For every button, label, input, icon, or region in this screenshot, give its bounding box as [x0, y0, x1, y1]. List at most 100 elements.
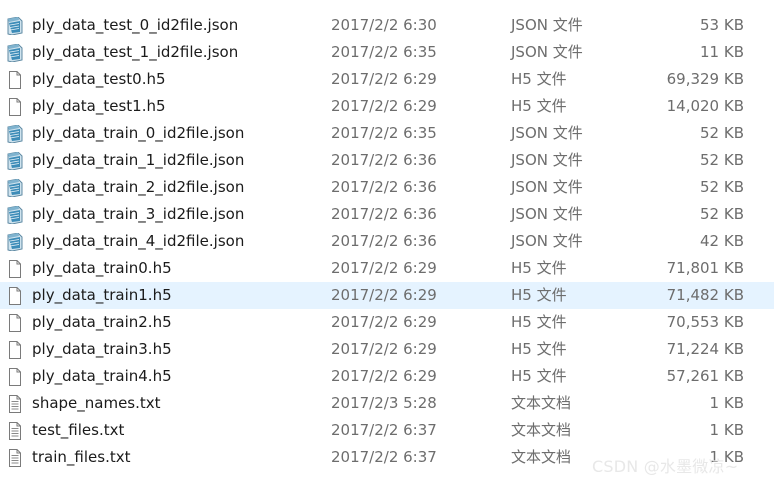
file-row[interactable]: train_files.txt 2017/2/2 6:37 文本文档 1 KB	[0, 444, 774, 471]
file-type: JSON 文件	[511, 124, 583, 142]
file-row[interactable]: ply_data_train_4_id2file.json 2017/2/2 6…	[0, 228, 774, 255]
file-list: ply_data_test_0_id2file.json 2017/2/2 6:…	[0, 12, 774, 471]
file-type: H5 文件	[511, 70, 567, 88]
file-date: 2017/2/3 5:28	[331, 394, 437, 412]
file-row[interactable]: ply_data_train_2_id2file.json 2017/2/2 6…	[0, 174, 774, 201]
blank-file-icon	[7, 260, 23, 278]
file-size: 11 KB	[700, 43, 744, 61]
file-date: 2017/2/2 6:29	[331, 367, 437, 385]
file-type: H5 文件	[511, 286, 567, 304]
file-row[interactable]: ply_data_train_3_id2file.json 2017/2/2 6…	[0, 201, 774, 228]
blank-file-icon	[7, 71, 23, 89]
file-name: ply_data_train_1_id2file.json	[32, 151, 245, 169]
file-size: 57,261 KB	[666, 367, 744, 385]
file-row[interactable]: ply_data_train0.h5 2017/2/2 6:29 H5 文件 7…	[0, 255, 774, 282]
file-type: 文本文档	[511, 394, 572, 412]
file-size: 1 KB	[709, 394, 744, 412]
file-type: JSON 文件	[511, 43, 583, 61]
file-size: 52 KB	[700, 178, 744, 196]
json-file-icon	[7, 232, 23, 252]
file-date: 2017/2/2 6:36	[331, 178, 437, 196]
file-size: 14,020 KB	[666, 97, 744, 115]
file-name: ply_data_train_2_id2file.json	[32, 178, 245, 196]
file-size: 71,482 KB	[666, 286, 744, 304]
file-name: ply_data_train1.h5	[32, 286, 172, 304]
file-date: 2017/2/2 6:36	[331, 151, 437, 169]
file-date: 2017/2/2 6:36	[331, 205, 437, 223]
file-size: 52 KB	[700, 124, 744, 142]
file-row[interactable]: ply_data_test0.h5 2017/2/2 6:29 H5 文件 69…	[0, 66, 774, 93]
text-file-icon	[7, 395, 23, 413]
blank-file-icon	[7, 287, 23, 305]
json-file-icon	[7, 43, 23, 63]
file-size: 53 KB	[700, 16, 744, 34]
file-name: shape_names.txt	[32, 394, 161, 412]
blank-file-icon	[7, 314, 23, 332]
json-file-icon	[7, 16, 23, 36]
file-row[interactable]: ply_data_train3.h5 2017/2/2 6:29 H5 文件 7…	[0, 336, 774, 363]
file-row[interactable]: ply_data_train_1_id2file.json 2017/2/2 6…	[0, 147, 774, 174]
file-name: ply_data_test_1_id2file.json	[32, 43, 239, 61]
file-type: H5 文件	[511, 313, 567, 331]
file-type: JSON 文件	[511, 232, 583, 250]
file-type: 文本文档	[511, 448, 572, 466]
file-date: 2017/2/2 6:37	[331, 421, 437, 439]
file-date: 2017/2/2 6:29	[331, 313, 437, 331]
json-file-icon	[7, 205, 23, 225]
file-row[interactable]: shape_names.txt 2017/2/3 5:28 文本文档 1 KB	[0, 390, 774, 417]
file-date: 2017/2/2 6:37	[331, 448, 437, 466]
file-date: 2017/2/2 6:35	[331, 43, 437, 61]
file-name: ply_data_train_0_id2file.json	[32, 124, 245, 142]
file-name: ply_data_train2.h5	[32, 313, 172, 331]
file-size: 70,553 KB	[666, 313, 744, 331]
file-row-selected[interactable]: ply_data_train1.h5 2017/2/2 6:29 H5 文件 7…	[0, 282, 774, 309]
file-name: ply_data_test0.h5	[32, 70, 166, 88]
file-date: 2017/2/2 6:29	[331, 286, 437, 304]
file-date: 2017/2/2 6:29	[331, 70, 437, 88]
file-date: 2017/2/2 6:35	[331, 124, 437, 142]
file-name: train_files.txt	[32, 448, 131, 466]
file-type: JSON 文件	[511, 178, 583, 196]
text-file-icon	[7, 449, 23, 467]
file-row[interactable]: ply_data_test_1_id2file.json 2017/2/2 6:…	[0, 39, 774, 66]
file-name: ply_data_train0.h5	[32, 259, 172, 277]
file-name: ply_data_test1.h5	[32, 97, 166, 115]
file-name: ply_data_train_4_id2file.json	[32, 232, 245, 250]
file-name: test_files.txt	[32, 421, 125, 439]
file-row[interactable]: ply_data_test1.h5 2017/2/2 6:29 H5 文件 14…	[0, 93, 774, 120]
blank-file-icon	[7, 98, 23, 116]
file-row[interactable]: ply_data_train2.h5 2017/2/2 6:29 H5 文件 7…	[0, 309, 774, 336]
file-type: H5 文件	[511, 367, 567, 385]
file-type: JSON 文件	[511, 205, 583, 223]
json-file-icon	[7, 151, 23, 171]
json-file-icon	[7, 124, 23, 144]
file-size: 69,329 KB	[666, 70, 744, 88]
file-size: 71,801 KB	[666, 259, 744, 277]
file-name: ply_data_test_0_id2file.json	[32, 16, 239, 34]
file-type: JSON 文件	[511, 16, 583, 34]
file-type: JSON 文件	[511, 151, 583, 169]
file-name: ply_data_train4.h5	[32, 367, 172, 385]
file-row[interactable]: ply_data_test_0_id2file.json 2017/2/2 6:…	[0, 12, 774, 39]
file-date: 2017/2/2 6:36	[331, 232, 437, 250]
blank-file-icon	[7, 341, 23, 359]
text-file-icon	[7, 422, 23, 440]
file-date: 2017/2/2 6:30	[331, 16, 437, 34]
file-type: H5 文件	[511, 259, 567, 277]
file-date: 2017/2/2 6:29	[331, 340, 437, 358]
file-date: 2017/2/2 6:29	[331, 259, 437, 277]
json-file-icon	[7, 178, 23, 198]
file-size: 1 KB	[709, 421, 744, 439]
file-row[interactable]: ply_data_train4.h5 2017/2/2 6:29 H5 文件 5…	[0, 363, 774, 390]
file-row[interactable]: test_files.txt 2017/2/2 6:37 文本文档 1 KB	[0, 417, 774, 444]
file-size: 71,224 KB	[666, 340, 744, 358]
file-row[interactable]: ply_data_train_0_id2file.json 2017/2/2 6…	[0, 120, 774, 147]
file-type: H5 文件	[511, 97, 567, 115]
file-size: 52 KB	[700, 205, 744, 223]
file-type: 文本文档	[511, 421, 572, 439]
file-type: H5 文件	[511, 340, 567, 358]
file-name: ply_data_train3.h5	[32, 340, 172, 358]
file-size: 1 KB	[709, 448, 744, 466]
file-size: 52 KB	[700, 151, 744, 169]
file-name: ply_data_train_3_id2file.json	[32, 205, 245, 223]
